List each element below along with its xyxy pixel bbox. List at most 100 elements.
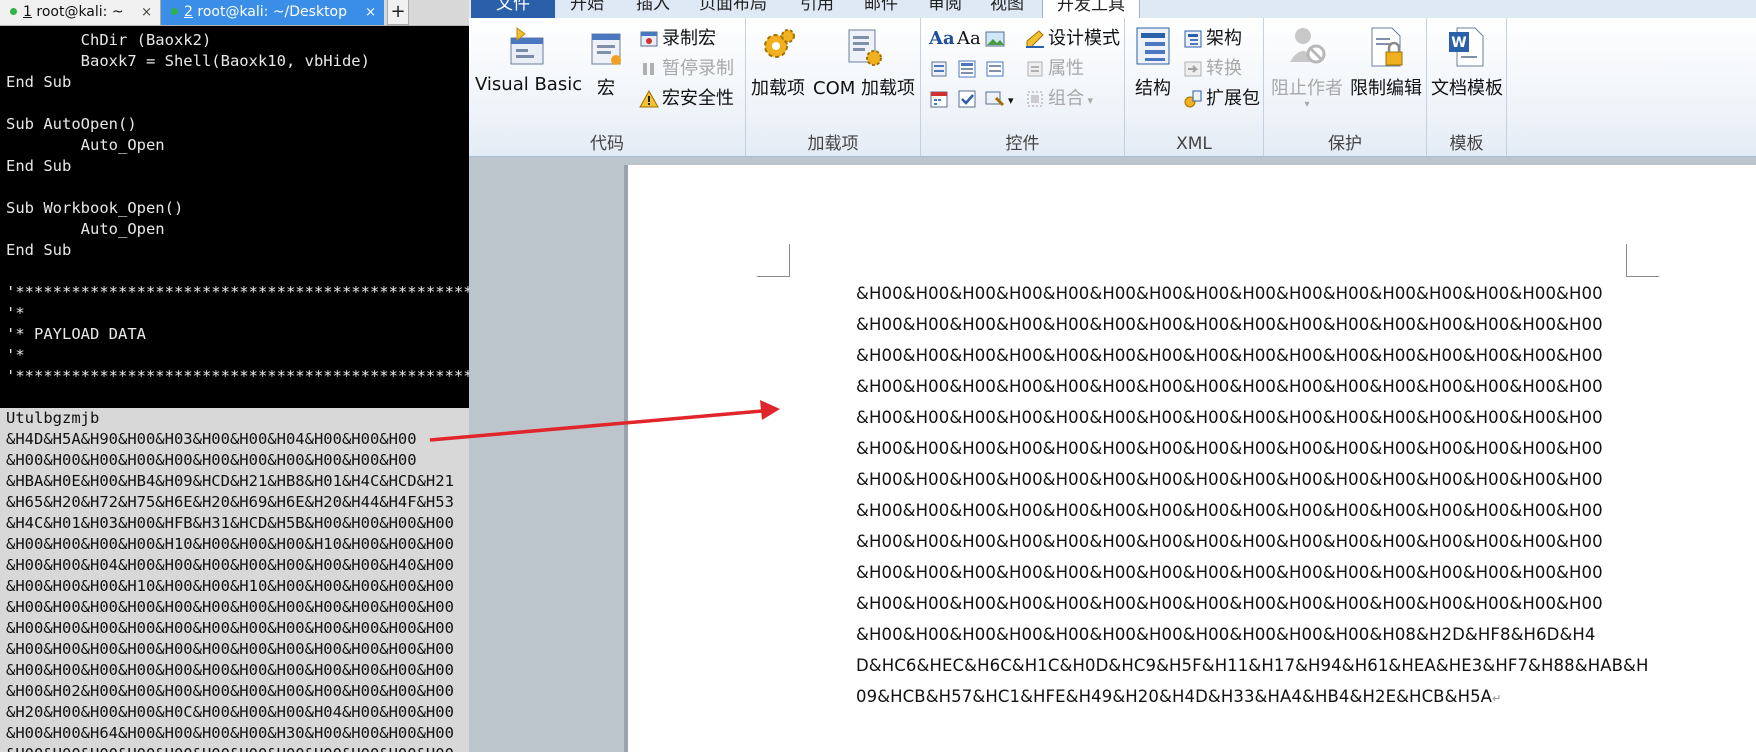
transform-button[interactable]: 转换 bbox=[1183, 56, 1242, 82]
expansion-packs-icon bbox=[1184, 90, 1202, 108]
tab-number: 1 bbox=[23, 4, 32, 20]
date-picker-control-button[interactable] bbox=[929, 86, 952, 112]
document-line-text: &H00&H00&H00&H00&H00&H00&H00&H00&H00&H00… bbox=[856, 284, 1603, 303]
code-line: ChDir (Baoxk2) bbox=[6, 31, 212, 49]
restrict-editing-button[interactable]: 限制编辑 bbox=[1348, 24, 1424, 100]
document-body-text[interactable]: &H00&H00&H00&H00&H00&H00&H00&H00&H00&H00… bbox=[856, 278, 1648, 714]
document-page[interactable]: &H00&H00&H00&H00&H00&H00&H00&H00&H00&H00… bbox=[628, 165, 1756, 752]
visual-basic-button[interactable]: Visual Basic bbox=[475, 24, 582, 95]
terminal-tab-2[interactable]: 2 root@kali: ~/Desktop × bbox=[161, 0, 384, 25]
document-line: &H00&H00&H00&H00&H00&H00&H00&H00&H00&H00… bbox=[856, 309, 1616, 340]
tab-layout[interactable]: 页面布局 bbox=[699, 0, 767, 16]
payload-line: &H00&H00&H00&H00&H00&H00&H00&H00&H00&H00… bbox=[6, 598, 454, 616]
group-protect: 阻止作者 ▾ 限制编辑 保护 bbox=[1264, 18, 1427, 156]
selected-payload-block[interactable]: Utulbgzmjb &H4D&H5A&H90&H00&H03&H00&H00&H… bbox=[0, 408, 469, 752]
code-line: '* PAYLOAD DATA bbox=[6, 325, 146, 343]
document-line: 09&HCB&H57&HC1&HFE&H49&H20&H4D&H33&HA4&H… bbox=[856, 681, 1616, 714]
com-addins-button[interactable]: COM 加载项 bbox=[812, 24, 916, 100]
properties-icon bbox=[1027, 61, 1043, 77]
code-line: End Sub bbox=[6, 73, 72, 91]
legacy-tools-button[interactable]: ▾ bbox=[985, 86, 1014, 112]
visual-basic-icon bbox=[510, 27, 544, 65]
design-mode-button[interactable]: 设计模式 bbox=[1025, 26, 1120, 52]
chevron-down-icon: ▾ bbox=[1304, 99, 1310, 110]
payload-line: &H20&H00&H00&H00&H0C&H00&H00&H00&H04&H00… bbox=[6, 703, 454, 721]
tab-developer[interactable]: 开发工具 bbox=[1042, 0, 1140, 19]
schema-button[interactable]: 架构 bbox=[1183, 26, 1242, 52]
terminal-window: 1 root@kali: ~ × 2 root@kali: ~/Desktop … bbox=[0, 0, 469, 752]
document-line-text: &H00&H00&H00&H00&H00&H00&H00&H00&H00&H00… bbox=[856, 625, 1596, 644]
chevron-down-icon: ▾ bbox=[1084, 94, 1094, 107]
document-line: &H00&H00&H00&H00&H00&H00&H00&H00&H00&H00… bbox=[856, 495, 1616, 526]
status-dot-icon bbox=[10, 8, 17, 15]
com-addins-icon bbox=[848, 29, 882, 66]
code-line: '***************************************… bbox=[6, 367, 469, 385]
new-tab-button[interactable]: + bbox=[387, 0, 409, 25]
document-line-text: D&HC6&HEC&H6C&H1C&H0D&HC9&H5F&H11&H17&H9… bbox=[856, 656, 1649, 675]
document-line-text: &H00&H00&H00&H00&H00&H00&H00&H00&H00&H00… bbox=[856, 563, 1603, 582]
chevron-down-icon: ▾ bbox=[1008, 94, 1014, 107]
pause-recording-button[interactable]: 暂停录制 bbox=[639, 56, 734, 82]
close-icon[interactable]: × bbox=[365, 0, 376, 25]
payload-line: &H00&H00&H00&H00&H00&H00&H00&H00&H00&H00… bbox=[6, 640, 454, 658]
document-line: &H00&H00&H00&H00&H00&H00&H00&H00&H00&H00… bbox=[856, 340, 1616, 371]
design-mode-icon bbox=[1026, 30, 1044, 48]
building-block-control-button[interactable] bbox=[929, 56, 952, 82]
macros-button[interactable]: 宏 bbox=[585, 24, 627, 100]
properties-label: 属性 bbox=[1048, 58, 1084, 79]
code-line: End Sub bbox=[6, 157, 72, 175]
checkbox-control-button[interactable] bbox=[957, 86, 980, 112]
block-authors-button[interactable]: 阻止作者 ▾ bbox=[1270, 24, 1344, 110]
group-button[interactable]: 组合 ▾ bbox=[1025, 86, 1093, 112]
tab-review[interactable]: 审阅 bbox=[928, 0, 962, 16]
terminal-tab-1[interactable]: 1 root@kali: ~ × bbox=[0, 0, 161, 25]
group-controls-label: 控件 bbox=[1005, 134, 1040, 154]
tab-file[interactable]: 文件 bbox=[471, 0, 555, 18]
schema-icon bbox=[1184, 30, 1202, 48]
document-line: D&HC6&HEC&H6C&H1C&H0D&HC9&H5F&H11&H17&H9… bbox=[856, 650, 1648, 681]
document-line: &H00&H00&H00&H00&H00&H00&H00&H00&H00&H00… bbox=[856, 526, 1616, 557]
document-template-button[interactable]: W 文档模板 bbox=[1431, 24, 1503, 100]
payload-line: &H4C&H01&H03&H00&HFB&H31&HCD&H5B&H00&H00… bbox=[6, 514, 454, 532]
combo-box-control-button[interactable] bbox=[957, 56, 980, 82]
transform-icon bbox=[1184, 61, 1202, 77]
document-line-text: &H00&H00&H00&H00&H00&H00&H00&H00&H00&H00… bbox=[856, 532, 1603, 551]
payload-text: Utulbgzmjb &H4D&H5A&H90&H00&H03&H00&H00&H… bbox=[0, 408, 469, 752]
ribbon-tab-bar: 文件 开始 插入 页面布局 引用 邮件 审阅 视图 开发工具 bbox=[469, 0, 1756, 19]
payload-line: &H00&H00&H00&H00&H10&H00&H00&H00&H10&H00… bbox=[6, 535, 454, 553]
close-icon[interactable]: × bbox=[141, 0, 152, 25]
properties-button[interactable]: 属性 bbox=[1025, 56, 1084, 82]
word-template-icon: W bbox=[1449, 27, 1484, 67]
picture-control-button[interactable] bbox=[985, 26, 1008, 52]
code-line: Auto_Open bbox=[6, 220, 165, 238]
document-line-text: &H00&H00&H00&H00&H00&H00&H00&H00&H00&H00… bbox=[856, 470, 1603, 489]
plain-text-control-button[interactable]: Aa bbox=[957, 26, 981, 52]
group-addins-label: 加载项 bbox=[807, 134, 859, 154]
dropdown-control-button[interactable] bbox=[985, 56, 1008, 82]
tab-insert[interactable]: 插入 bbox=[636, 0, 670, 16]
expansion-packs-button[interactable]: 扩展包 bbox=[1183, 86, 1260, 112]
rich-text-control-button[interactable]: Aa bbox=[929, 26, 955, 52]
structure-button[interactable]: 结构 bbox=[1131, 24, 1175, 100]
tab-home[interactable]: 开始 bbox=[570, 0, 604, 16]
tab-view[interactable]: 视图 bbox=[990, 0, 1024, 16]
record-macro-button[interactable]: 录制宏 bbox=[639, 26, 716, 52]
group-addins: 加载项 COM 加载项 加载项 bbox=[746, 18, 921, 156]
macro-security-label: 宏安全性 bbox=[662, 88, 734, 109]
record-macro-label: 录制宏 bbox=[662, 28, 716, 49]
warning-icon bbox=[639, 89, 659, 108]
tab-references[interactable]: 引用 bbox=[800, 0, 834, 16]
payload-line: &H65&H20&H72&H75&H6E&H20&H69&H6E&H20&H44… bbox=[6, 493, 454, 511]
group-code: Visual Basic 宏 录制宏 暂停录制 宏安全性 代码 bbox=[469, 18, 746, 156]
code-line: Auto_Open bbox=[6, 136, 165, 154]
document-line: &H00&H00&H00&H00&H00&H00&H00&H00&H00&H00… bbox=[856, 464, 1616, 495]
picture-icon bbox=[985, 31, 1005, 47]
addins-button[interactable]: 加载项 bbox=[750, 24, 806, 100]
transform-label: 转换 bbox=[1206, 58, 1242, 79]
structure-icon bbox=[1136, 27, 1170, 65]
com-addins-label: COM 加载项 bbox=[813, 78, 915, 99]
document-line-text: &H00&H00&H00&H00&H00&H00&H00&H00&H00&H00… bbox=[856, 377, 1603, 396]
macro-security-button[interactable]: 宏安全性 bbox=[639, 86, 734, 112]
tab-mailings[interactable]: 邮件 bbox=[864, 0, 898, 16]
payload-line: Utulbgzmjb bbox=[6, 409, 100, 427]
